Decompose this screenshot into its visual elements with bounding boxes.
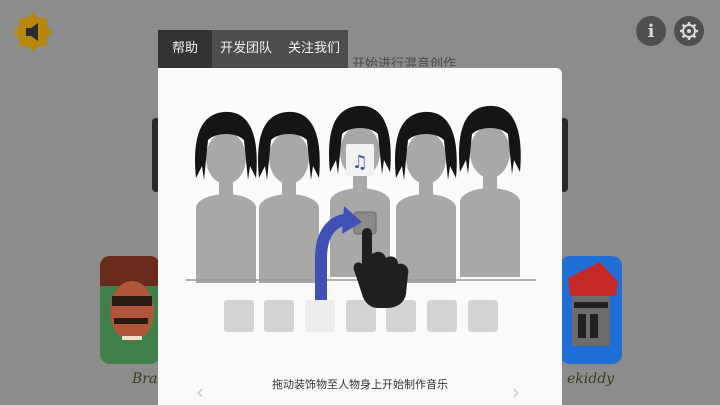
gear-icon: [680, 22, 698, 40]
music-note-icon: ♫: [346, 144, 374, 176]
tab-help[interactable]: 帮助: [158, 30, 213, 68]
icon-slot[interactable]: [427, 300, 457, 332]
info-icon: i: [647, 20, 655, 42]
character-thumbnail-left: [100, 256, 160, 364]
character-figure: [395, 111, 457, 283]
tab-follow-us[interactable]: 关注我们: [280, 30, 348, 68]
background-card-label-right: ekiddy: [567, 371, 615, 387]
speaker-gear-icon[interactable]: [14, 13, 52, 51]
tutorial-illustration: ♫: [186, 105, 536, 332]
dialog-tab-bar: 帮助 开发团队 关注我们: [158, 30, 349, 68]
icon-slot-row: [224, 300, 498, 332]
icon-slot-empty[interactable]: [305, 300, 335, 332]
icon-slot[interactable]: [224, 300, 254, 332]
info-button[interactable]: i: [636, 16, 666, 46]
background-card-left[interactable]: [100, 256, 160, 364]
icon-slot[interactable]: [468, 300, 498, 332]
character-figure-active: [329, 105, 391, 277]
help-panel: ♫ ‹ 拖动装饰物至人物身上开始制作音乐 ›: [158, 68, 562, 405]
next-page-button[interactable]: ›: [512, 382, 526, 402]
tab-dev-team[interactable]: 开发团队: [212, 30, 280, 68]
settings-button[interactable]: [674, 16, 704, 46]
background-card-right[interactable]: [560, 256, 622, 364]
character-figure: [258, 111, 320, 283]
svg-text:♫: ♫: [352, 152, 368, 173]
icon-slot[interactable]: [264, 300, 294, 332]
character-figure: [195, 111, 257, 283]
background-heading: 开始进行混音创作: [352, 57, 457, 67]
character-thumbnail-right: [560, 256, 622, 364]
chevron-right-icon: ›: [512, 380, 520, 404]
help-caption: 拖动装饰物至人物身上开始制作音乐: [272, 378, 448, 391]
character-figure: [459, 105, 521, 277]
